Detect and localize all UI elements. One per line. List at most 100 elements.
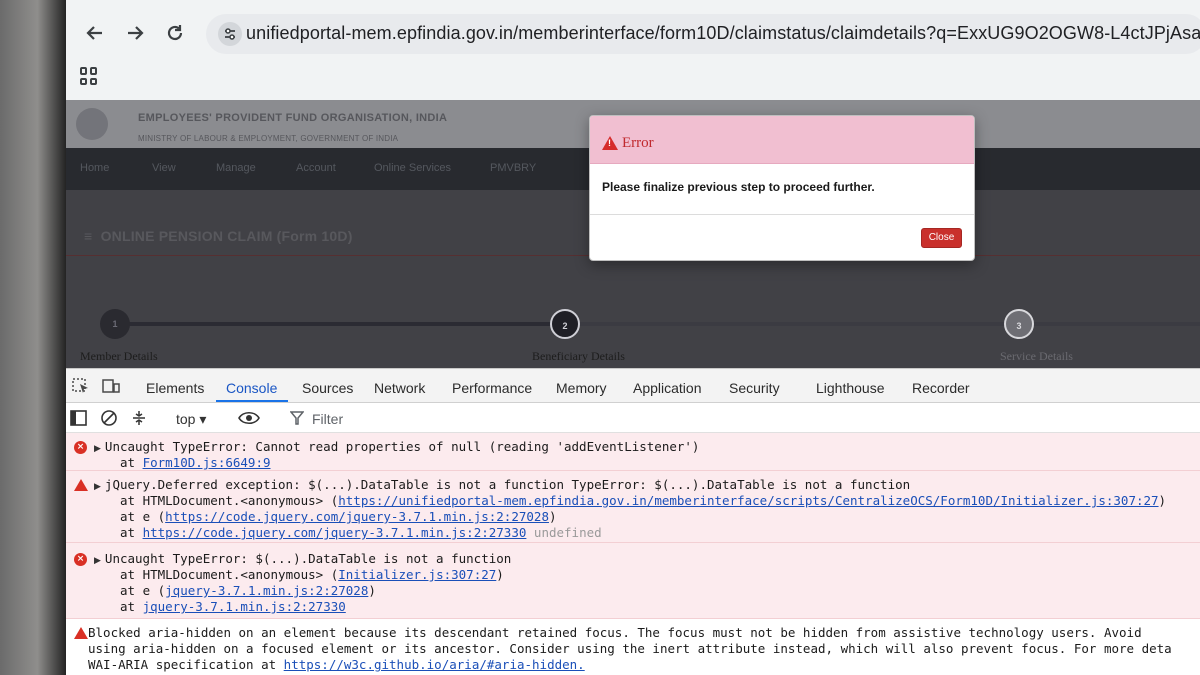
stack-suffix: ) bbox=[1158, 493, 1167, 508]
msg2-stack-3: at https://code.jquery.com/jquery-3.7.1.… bbox=[120, 525, 602, 540]
tab-security[interactable]: Security bbox=[729, 380, 780, 396]
warning-triangle-icon bbox=[74, 479, 88, 491]
stack-prefix: at e ( bbox=[120, 583, 166, 598]
expand-triangle-icon[interactable]: ▶ bbox=[94, 556, 101, 566]
console-error-2[interactable]: ▶ jQuery.Deferred exception: $(...).DataT… bbox=[66, 471, 1200, 543]
stack-prefix: WAI-ARIA specification at bbox=[88, 657, 284, 672]
msg4-line-3: WAI-ARIA specification at https://w3c.gi… bbox=[88, 657, 585, 672]
filter-funnel-icon bbox=[288, 410, 306, 426]
msg3-stack-1: at HTMLDocument.<anonymous> (Initializer… bbox=[120, 567, 504, 582]
tab-lighthouse[interactable]: Lighthouse bbox=[816, 380, 885, 396]
msg1-stack: at Form10D.js:6649:9 bbox=[120, 455, 271, 470]
laptop-bezel bbox=[0, 0, 68, 675]
msg4-line-1: Blocked aria-hidden on an element becaus… bbox=[88, 625, 1142, 640]
tab-network[interactable]: Network bbox=[374, 380, 425, 396]
source-link[interactable]: Form10D.js:6649:9 bbox=[143, 455, 271, 470]
reload-button[interactable] bbox=[162, 22, 188, 48]
tab-memory[interactable]: Memory bbox=[556, 380, 607, 396]
expand-triangle-icon[interactable]: ▶ bbox=[94, 482, 101, 492]
active-tab-indicator bbox=[216, 400, 288, 402]
stack-prefix: at e ( bbox=[120, 509, 166, 524]
step-3-label: Service Details bbox=[1000, 349, 1073, 363]
warning-mark: ! bbox=[608, 138, 611, 148]
tune-icon bbox=[225, 28, 235, 40]
msg3-stack-3: at jquery-3.7.1.min.js:2:27330 bbox=[120, 599, 346, 614]
console-toolbar: top ▾ Filter bbox=[66, 403, 1200, 433]
console-error-1[interactable]: × ▶ Uncaught TypeError: Cannot read prope… bbox=[66, 433, 1200, 471]
dialog-header: ! Error bbox=[590, 116, 974, 164]
tab-application[interactable]: Application bbox=[633, 380, 702, 396]
apps-grid-icon[interactable] bbox=[80, 67, 98, 85]
site-info-icon[interactable] bbox=[218, 22, 242, 46]
source-link[interactable]: https://code.jquery.com/jquery-3.7.1.min… bbox=[165, 509, 549, 524]
msg3-text: Uncaught TypeError: $(...).DataTable is … bbox=[104, 551, 512, 566]
back-button[interactable] bbox=[82, 22, 108, 48]
stepper-line-pending bbox=[566, 322, 1200, 326]
msg3-stack-2: at e (jquery-3.7.1.min.js:2:27028) bbox=[120, 583, 376, 598]
msg2-stack-1: at HTMLDocument.<anonymous> (https://uni… bbox=[120, 493, 1166, 508]
msg1-line: ▶ Uncaught TypeError: Cannot read propert… bbox=[94, 439, 699, 454]
step-1-circle[interactable]: 1 bbox=[100, 309, 130, 339]
stack-suffix: ) bbox=[368, 583, 376, 598]
msg2-text: jQuery.Deferred exception: $(...).DataTa… bbox=[104, 477, 911, 492]
url-text[interactable]: unifiedportal-mem.epfindia.gov.in/member… bbox=[246, 23, 1200, 44]
error-icon: × bbox=[74, 553, 87, 566]
msg1-text: Uncaught TypeError: Cannot read properti… bbox=[104, 439, 700, 454]
live-expression-eye-icon[interactable] bbox=[238, 410, 260, 426]
stepper-line-completed bbox=[114, 322, 566, 326]
forward-button[interactable] bbox=[122, 22, 148, 48]
source-link[interactable]: https://unifiedportal-mem.epfindia.gov.i… bbox=[338, 493, 1158, 508]
console-output: × ▶ Uncaught TypeError: Cannot read prope… bbox=[66, 433, 1200, 675]
clear-console-icon[interactable] bbox=[100, 410, 118, 426]
expand-triangle-icon[interactable]: ▶ bbox=[94, 444, 101, 454]
photo-frame: unifiedportal-mem.epfindia.gov.in/member… bbox=[0, 0, 1200, 675]
dialog-footer-divider bbox=[590, 214, 974, 215]
msg4-line-2: using aria-hidden on a focused element o… bbox=[88, 641, 1172, 656]
source-link[interactable]: jquery-3.7.1.min.js:2:27028 bbox=[165, 583, 368, 598]
arrow-right-icon bbox=[128, 26, 144, 40]
source-link[interactable]: https://code.jquery.com/jquery-3.7.1.min… bbox=[143, 525, 527, 540]
spec-link[interactable]: https://w3c.github.io/aria/#aria-hidden. bbox=[284, 657, 585, 672]
step-2-circle[interactable]: 2 bbox=[550, 309, 580, 339]
undefined-value: undefined bbox=[533, 525, 602, 540]
dialog-message: Please finalize previous step to proceed… bbox=[602, 180, 875, 194]
devtools-tab-bar: Elements Console Sources Network Perform… bbox=[66, 369, 1200, 403]
tab-recorder[interactable]: Recorder bbox=[912, 380, 970, 396]
msg3-line: ▶ Uncaught TypeError: $(...).DataTable is… bbox=[94, 551, 511, 566]
filter-toggle-icon[interactable] bbox=[130, 410, 148, 426]
browser-window: unifiedportal-mem.epfindia.gov.in/member… bbox=[66, 0, 1200, 675]
arrow-left-icon bbox=[86, 26, 102, 40]
source-link[interactable]: Initializer.js:307:27 bbox=[338, 567, 496, 582]
msg1-at: at bbox=[120, 455, 143, 470]
stack-suffix: ) bbox=[548, 509, 557, 524]
console-filter-input[interactable]: Filter bbox=[312, 411, 343, 427]
device-toolbar-icon[interactable] bbox=[102, 378, 120, 394]
tab-console[interactable]: Console bbox=[226, 380, 277, 396]
console-error-3[interactable]: × ▶ Uncaught TypeError: $(...).DataTable … bbox=[66, 543, 1200, 619]
stack-prefix: at HTMLDocument.<anonymous> ( bbox=[120, 567, 339, 582]
reload-icon bbox=[167, 25, 183, 41]
msg2-stack-2: at e (https://code.jquery.com/jquery-3.7… bbox=[120, 509, 557, 524]
tab-performance[interactable]: Performance bbox=[452, 380, 532, 396]
sidebar-toggle-icon[interactable] bbox=[70, 410, 88, 426]
devtools-panel: Elements Console Sources Network Perform… bbox=[66, 368, 1200, 675]
tab-sources[interactable]: Sources bbox=[302, 380, 353, 396]
source-link[interactable]: jquery-3.7.1.min.js:2:27330 bbox=[143, 599, 346, 614]
browser-toolbar: unifiedportal-mem.epfindia.gov.in/member… bbox=[66, 0, 1200, 100]
address-bar[interactable]: unifiedportal-mem.epfindia.gov.in/member… bbox=[206, 14, 1200, 54]
stack-prefix: at bbox=[120, 599, 143, 614]
console-issue-4[interactable]: Blocked aria-hidden on an element becaus… bbox=[66, 619, 1200, 675]
step-3-circle[interactable]: 3 bbox=[1004, 309, 1034, 339]
error-dialog: ! Error Please finalize previous step to… bbox=[589, 115, 975, 261]
warning-triangle-icon bbox=[74, 627, 88, 639]
error-icon: × bbox=[74, 441, 87, 454]
stack-suffix: ) bbox=[496, 567, 504, 582]
close-button[interactable]: Close bbox=[921, 228, 962, 248]
context-selector[interactable]: top ▾ bbox=[176, 411, 206, 428]
step-1-label: Member Details bbox=[80, 349, 158, 363]
tab-elements[interactable]: Elements bbox=[146, 380, 204, 396]
step-2-label: Beneficiary Details bbox=[532, 349, 625, 363]
stack-prefix: at HTMLDocument.<anonymous> ( bbox=[120, 493, 339, 508]
stack-prefix: at bbox=[120, 525, 143, 540]
inspect-element-icon[interactable] bbox=[72, 378, 90, 394]
